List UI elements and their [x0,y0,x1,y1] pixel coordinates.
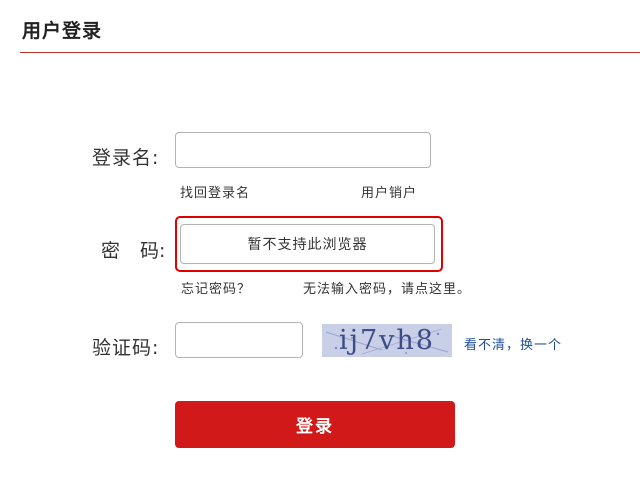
recover-username-link[interactable]: 找回登录名 [180,182,250,201]
password-label: 密码: [101,236,165,263]
password-label-first: 密 [101,240,121,262]
username-label: 登录名: [92,147,160,169]
password-input[interactable]: 暂不支持此浏览器 [180,224,435,264]
username-input[interactable] [175,132,431,168]
captcha-image[interactable]: ij7vh8 [322,324,452,357]
deactivate-account-link[interactable]: 用户销户 [361,182,417,201]
login-button[interactable]: 登录 [175,401,455,448]
password-field-message: 暂不支持此浏览器 [247,237,368,253]
captcha-input[interactable] [175,322,303,358]
captcha-text: ij7vh8 [338,325,435,356]
refresh-captcha-link[interactable]: 看不清，换一个 [464,334,562,353]
forgot-password-link[interactable]: 忘记密码？ [181,278,251,297]
cannot-input-password-link[interactable]: 无法输入密码，请点这里。 [303,278,471,297]
page-title: 用户登录 [22,20,103,42]
captcha-label: 验证码: [92,337,160,359]
password-label-second: 码: [140,240,166,262]
title-divider [20,52,640,53]
